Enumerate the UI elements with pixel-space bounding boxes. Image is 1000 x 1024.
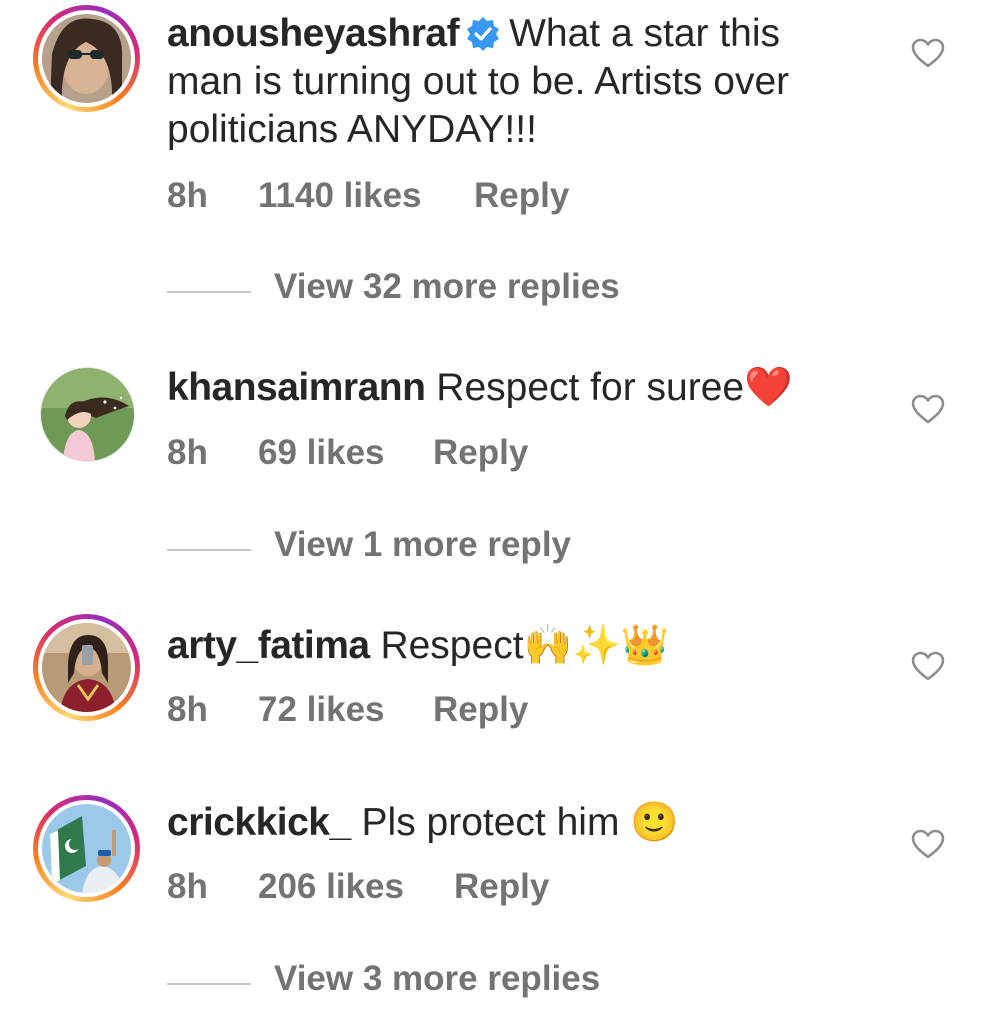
comment-text-line-1: What a star this — [509, 12, 781, 55]
comment-username[interactable]: crickkick_ — [167, 801, 351, 844]
comment-likes[interactable]: 1140 likes — [258, 176, 422, 216]
view-more-replies-label: View 3 more replies — [274, 959, 601, 998]
comment-text: Respect — [380, 624, 524, 667]
reply-button[interactable]: Reply — [474, 176, 569, 216]
avatar[interactable] — [33, 795, 140, 902]
avatar-image — [42, 804, 131, 893]
heart-outline-icon[interactable] — [911, 38, 945, 68]
comment-likes[interactable]: 206 likes — [258, 867, 404, 907]
comment-body: khansaimrann Respect for suree❤️ — [167, 364, 857, 412]
reply-button[interactable]: Reply — [454, 867, 549, 907]
comment-time: 8h — [167, 867, 208, 906]
heart-outline-icon[interactable] — [911, 829, 945, 859]
avatar-image — [42, 623, 131, 712]
reply-button[interactable]: Reply — [433, 690, 528, 730]
reply-button[interactable]: Reply — [433, 433, 528, 473]
comment-likes[interactable]: 69 likes — [258, 433, 385, 473]
avatar[interactable] — [40, 367, 135, 462]
heart-outline-icon[interactable] — [911, 394, 945, 424]
avatar[interactable] — [33, 614, 140, 721]
comment-text-line-2: man is turning out to be. Artists over — [167, 60, 790, 103]
divider-line — [167, 549, 251, 551]
verified-badge-icon — [465, 16, 501, 52]
avatar-image — [42, 14, 131, 103]
comment-body: arty_fatima Respect🙌✨👑 — [167, 622, 857, 670]
smiley-emoji: 🙂 — [630, 800, 679, 845]
comment-body: anousheyashraf What a star this man is tu… — [167, 10, 857, 154]
comment-username[interactable]: anousheyashraf — [167, 12, 460, 55]
view-more-replies-label: View 32 more replies — [274, 267, 620, 306]
heart-outline-icon[interactable] — [911, 651, 945, 681]
divider-line — [167, 983, 251, 985]
comment-text-line-3: politicians ANYDAY!!! — [167, 108, 537, 151]
comment-body: crickkick_ Pls protect him 🙂 — [167, 799, 857, 847]
comment-username[interactable]: arty_fatima — [167, 624, 370, 667]
emoji-raised-hands-sparkles-crown: 🙌✨👑 — [523, 623, 670, 668]
avatar[interactable] — [33, 5, 140, 112]
comment-likes[interactable]: 72 likes — [258, 690, 385, 730]
comment-text: Respect for suree — [436, 366, 745, 409]
divider-line — [167, 291, 251, 293]
comment-time: 8h — [167, 176, 208, 215]
comment-time: 8h — [167, 690, 208, 729]
view-more-replies-label: View 1 more reply — [274, 525, 572, 564]
comment-time: 8h — [167, 433, 208, 472]
heart-emoji: ❤️ — [744, 365, 793, 410]
comment-text: Pls protect him — [361, 801, 620, 844]
comment-username[interactable]: khansaimrann — [167, 366, 426, 409]
